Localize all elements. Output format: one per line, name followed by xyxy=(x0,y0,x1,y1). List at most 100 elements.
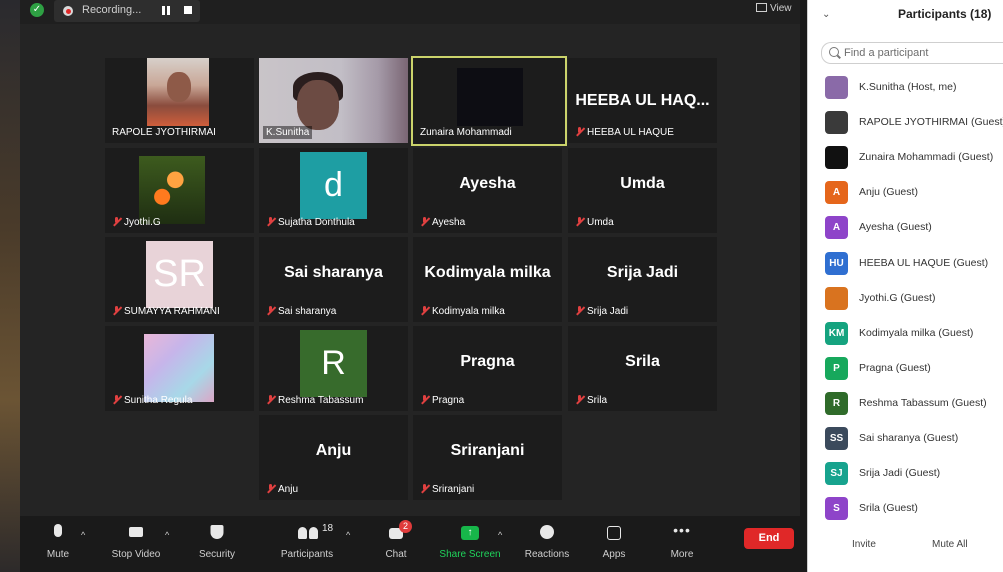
video-tile-reshma[interactable]: R Reshma Tabassum xyxy=(259,326,408,411)
mic-muted-icon xyxy=(266,217,275,226)
pause-recording-icon[interactable] xyxy=(162,6,170,15)
video-tile-sujatha[interactable]: d Sujatha Donthula xyxy=(259,148,408,233)
participant-name: K.Sunitha (Host, me) xyxy=(859,81,957,93)
participant-name: Ayesha (Guest) xyxy=(859,221,932,234)
mic-muted-icon xyxy=(266,306,275,315)
video-tile-jyothi[interactable]: Jyothi.G xyxy=(105,148,254,233)
mic-muted-icon xyxy=(575,306,584,315)
top-bar: ✓ Recording... View xyxy=(20,0,800,24)
mic-muted-icon xyxy=(112,306,121,315)
tile-name-label: Jyothi.G xyxy=(109,216,164,229)
participant-search[interactable] xyxy=(821,42,1003,64)
participant-row[interactable]: A Ayesha (Guest) xyxy=(808,210,1003,245)
end-meeting-button[interactable]: End xyxy=(744,528,794,549)
participant-row[interactable]: HU HEEBA UL HAQUE (Guest) xyxy=(808,246,1003,281)
video-tile-ksunitha[interactable]: K.Sunitha xyxy=(259,58,408,143)
video-tile-umda[interactable]: Umda Umda xyxy=(568,148,717,233)
participant-row[interactable]: P Pragna (Guest) xyxy=(808,351,1003,386)
tile-name-label: Srija Jadi xyxy=(572,305,631,318)
video-options-chevron-icon[interactable]: ^ xyxy=(165,530,169,540)
mic-muted-icon xyxy=(112,217,121,226)
more-dots-icon: ••• xyxy=(673,522,691,538)
chat-unread-badge: 2 xyxy=(399,520,412,533)
video-tile-srila[interactable]: Srila Srila xyxy=(568,326,717,411)
mic-muted-icon xyxy=(420,306,429,315)
participant-name: Pragna (Guest) xyxy=(859,361,931,374)
video-tile-kodimyala[interactable]: Kodimyala milka Kodimyala milka xyxy=(413,237,562,322)
apps-icon xyxy=(607,526,621,540)
mic-muted-icon xyxy=(266,395,275,404)
mute-all-button[interactable]: Mute All xyxy=(932,535,968,554)
participant-row[interactable]: RAPOLE JYOTHIRMAI (Guest) xyxy=(808,105,1003,140)
participant-row[interactable]: Jyothi.G (Guest) xyxy=(808,281,1003,316)
tile-name-label: K.Sunitha xyxy=(263,126,313,139)
participant-name: Anju (Guest) xyxy=(859,186,918,199)
collapse-panel-chevron-icon[interactable]: ⌄ xyxy=(822,9,830,20)
video-tile-pragna[interactable]: Pragna Pragna xyxy=(413,326,562,411)
invite-button[interactable]: Invite xyxy=(852,535,876,554)
video-tile-sunitha-regula[interactable]: Sunitha Regula xyxy=(105,326,254,411)
participant-row[interactable]: SS Sai sharanya (Guest) xyxy=(808,421,1003,456)
participants-icon xyxy=(298,527,320,539)
tile-name-label: SUMAYYA RAHMANI xyxy=(109,305,223,318)
desktop-background-strip xyxy=(0,0,20,572)
participant-avatar: R xyxy=(300,330,367,397)
tile-display-name: Sai sharanya xyxy=(284,264,383,281)
more-button[interactable]: ••• More xyxy=(664,516,700,572)
participant-name: Kodimyala milka (Guest) xyxy=(859,326,974,339)
tile-display-name: Ayesha xyxy=(459,175,516,192)
video-tile-rapole[interactable]: RAPOLE JYOTHIRMAI xyxy=(105,58,254,143)
participants-button[interactable]: 18 Participants xyxy=(270,516,344,572)
participant-avatar xyxy=(825,111,848,135)
tile-name-label: Sujatha Donthula xyxy=(263,216,358,229)
video-tile-srija[interactable]: Srija Jadi Srija Jadi xyxy=(568,237,717,322)
video-tile-anju[interactable]: Anju Anju xyxy=(259,415,408,500)
participant-avatar: S xyxy=(825,497,848,521)
camera-icon xyxy=(129,527,143,537)
video-tile-ayesha[interactable]: Ayesha Ayesha xyxy=(413,148,562,233)
chat-button[interactable]: 2 Chat xyxy=(376,516,416,572)
participant-row[interactable]: KM Kodimyala milka (Guest) xyxy=(808,316,1003,351)
mic-muted-icon xyxy=(575,127,584,136)
participants-count: 18 xyxy=(322,523,334,534)
participants-panel: ⌄ Participants (18) K.Sunitha (Host, me)… xyxy=(807,0,1003,572)
reactions-button[interactable]: Reactions xyxy=(520,516,574,572)
tile-name-label: Umda xyxy=(572,216,617,229)
stop-recording-icon[interactable] xyxy=(184,6,192,14)
share-screen-button[interactable]: ↑ Share Screen xyxy=(436,516,504,572)
participant-avatar xyxy=(825,286,848,310)
participant-avatar xyxy=(825,146,848,170)
participant-row[interactable]: SJ Srija Jadi (Guest) xyxy=(808,456,1003,491)
video-tile-sai-sharanya[interactable]: Sai sharanya Sai sharanya xyxy=(259,237,408,322)
view-button[interactable]: View xyxy=(756,3,792,14)
share-options-chevron-icon[interactable]: ^ xyxy=(498,530,502,540)
audio-options-chevron-icon[interactable]: ^ xyxy=(81,530,85,540)
participant-row[interactable]: R Reshma Tabassum (Guest) xyxy=(808,386,1003,421)
participant-row[interactable]: S Srila (Guest) xyxy=(808,491,1003,526)
video-tile-heeba[interactable]: HEEBA UL HAQ... HEEBA UL HAQUE xyxy=(568,58,717,143)
video-tile-sriranjani[interactable]: Sriranjani Sriranjani xyxy=(413,415,562,500)
encryption-shield-icon[interactable]: ✓ xyxy=(30,3,44,17)
video-tile-zunaira-active-speaker[interactable]: Zunaira Mohammadi xyxy=(411,56,567,146)
mic-muted-icon xyxy=(266,484,275,493)
participant-video xyxy=(147,58,209,126)
participant-profile-photo xyxy=(139,156,205,224)
participant-row[interactable]: A Anju (Guest) xyxy=(808,175,1003,210)
apps-button[interactable]: Apps xyxy=(596,516,632,572)
mute-button[interactable]: Mute xyxy=(36,516,80,572)
search-input[interactable] xyxy=(844,45,994,61)
security-button[interactable]: Security xyxy=(192,516,242,572)
stop-video-button[interactable]: Stop Video xyxy=(104,516,168,572)
security-shield-icon xyxy=(210,525,224,539)
share-screen-icon: ↑ xyxy=(461,526,479,540)
participant-name: Zunaira Mohammadi (Guest) xyxy=(859,151,994,164)
participant-row[interactable]: K.Sunitha (Host, me) xyxy=(808,70,1003,105)
video-tile-sumayya[interactable]: SR SUMAYYA RAHMANI xyxy=(105,237,254,322)
participants-options-chevron-icon[interactable]: ^ xyxy=(346,530,350,540)
participant-row[interactable]: Zunaira Mohammadi (Guest) xyxy=(808,140,1003,175)
search-icon xyxy=(829,47,839,57)
participant-avatar: SR xyxy=(146,241,213,308)
mic-muted-icon xyxy=(420,395,429,404)
participant-avatar: A xyxy=(825,181,848,205)
mic-muted-icon xyxy=(112,395,121,404)
